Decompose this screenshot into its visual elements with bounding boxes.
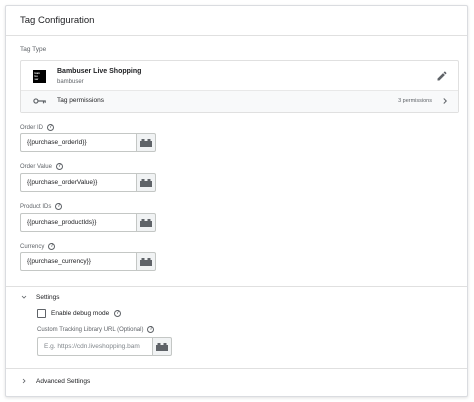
currency-input[interactable]: {{purchase_currency}} [20, 252, 136, 271]
order-id-label: Order ID ? [20, 124, 55, 131]
chevron-down-icon [21, 295, 27, 299]
product-ids-input[interactable]: {{purchase_productIds}} [20, 213, 136, 232]
chevron-right-icon[interactable] [440, 96, 450, 106]
tag-name: Bambuser Live Shopping [57, 68, 142, 75]
order-id-variable-button[interactable] [136, 133, 156, 152]
debug-mode-checkbox[interactable] [37, 309, 46, 318]
tracking-url-field: E.g. https://cdn.liveshopping.bam [37, 337, 172, 356]
variable-brick-icon [156, 342, 168, 351]
advanced-settings-toggle[interactable]: Advanced Settings [20, 377, 90, 385]
tag-permissions-count: 3 permissions [398, 98, 432, 104]
currency-variable-button[interactable] [136, 252, 156, 271]
help-circle-icon[interactable]: ? [55, 163, 63, 170]
order-id-field: {{purchase_orderId}} [20, 133, 156, 152]
help-circle-icon[interactable]: ? [48, 243, 56, 250]
help-circle-icon[interactable]: ? [55, 203, 63, 210]
tracking-url-input[interactable]: E.g. https://cdn.liveshopping.bam [37, 337, 152, 356]
variable-brick-icon [140, 218, 152, 227]
order-value-field: {{purchase_orderValue}} [20, 173, 156, 192]
tracking-url-variable-button[interactable] [152, 337, 172, 356]
currency-label: Currency ? [20, 243, 56, 250]
advanced-settings-label: Advanced Settings [36, 377, 91, 385]
pencil-icon[interactable] [436, 70, 448, 82]
tag-permissions-label: Tag permissions [57, 97, 104, 104]
tag-type-summary[interactable]: bam bu ser Bambuser Live Shopping bambus… [21, 61, 458, 91]
settings-label: Settings [36, 293, 60, 301]
tag-vendor: bambuser [57, 79, 84, 85]
chevron-right-icon [22, 378, 26, 384]
variable-brick-icon [140, 178, 152, 187]
variable-brick-icon [140, 257, 152, 266]
tag-configuration-card: Tag Configuration Tag Type bam bu ser Ba… [5, 5, 468, 397]
debug-mode-row: Enable debug mode ? [37, 309, 122, 318]
divider [6, 368, 467, 369]
page-title: Tag Configuration [20, 15, 95, 26]
tag-type-box: bam bu ser Bambuser Live Shopping bambus… [20, 60, 459, 113]
order-value-label: Order Value ? [20, 163, 63, 170]
order-value-input[interactable]: {{purchase_orderValue}} [20, 173, 136, 192]
debug-mode-label: Enable debug mode [51, 310, 110, 317]
help-circle-icon[interactable]: ? [47, 124, 55, 131]
card-header: Tag Configuration [6, 6, 467, 36]
product-ids-label: Product IDs ? [20, 203, 63, 210]
variable-brick-icon [140, 138, 152, 147]
help-circle-icon[interactable]: ? [114, 310, 122, 317]
product-ids-variable-button[interactable] [136, 213, 156, 232]
tag-permissions-row[interactable]: Tag permissions 3 permissions [21, 91, 458, 112]
key-icon [33, 98, 46, 104]
divider [6, 286, 467, 287]
order-id-input[interactable]: {{purchase_orderId}} [20, 133, 136, 152]
product-ids-field: {{purchase_productIds}} [20, 213, 156, 232]
help-circle-icon[interactable]: ? [147, 326, 155, 333]
tracking-url-label: Custom Tracking Library URL (Optional) ? [37, 326, 155, 333]
currency-field: {{purchase_currency}} [20, 252, 156, 271]
order-value-variable-button[interactable] [136, 173, 156, 192]
settings-toggle[interactable]: Settings [20, 293, 60, 301]
bambuser-logo: bam bu ser [33, 70, 46, 83]
tag-type-label: Tag Type [20, 46, 47, 53]
